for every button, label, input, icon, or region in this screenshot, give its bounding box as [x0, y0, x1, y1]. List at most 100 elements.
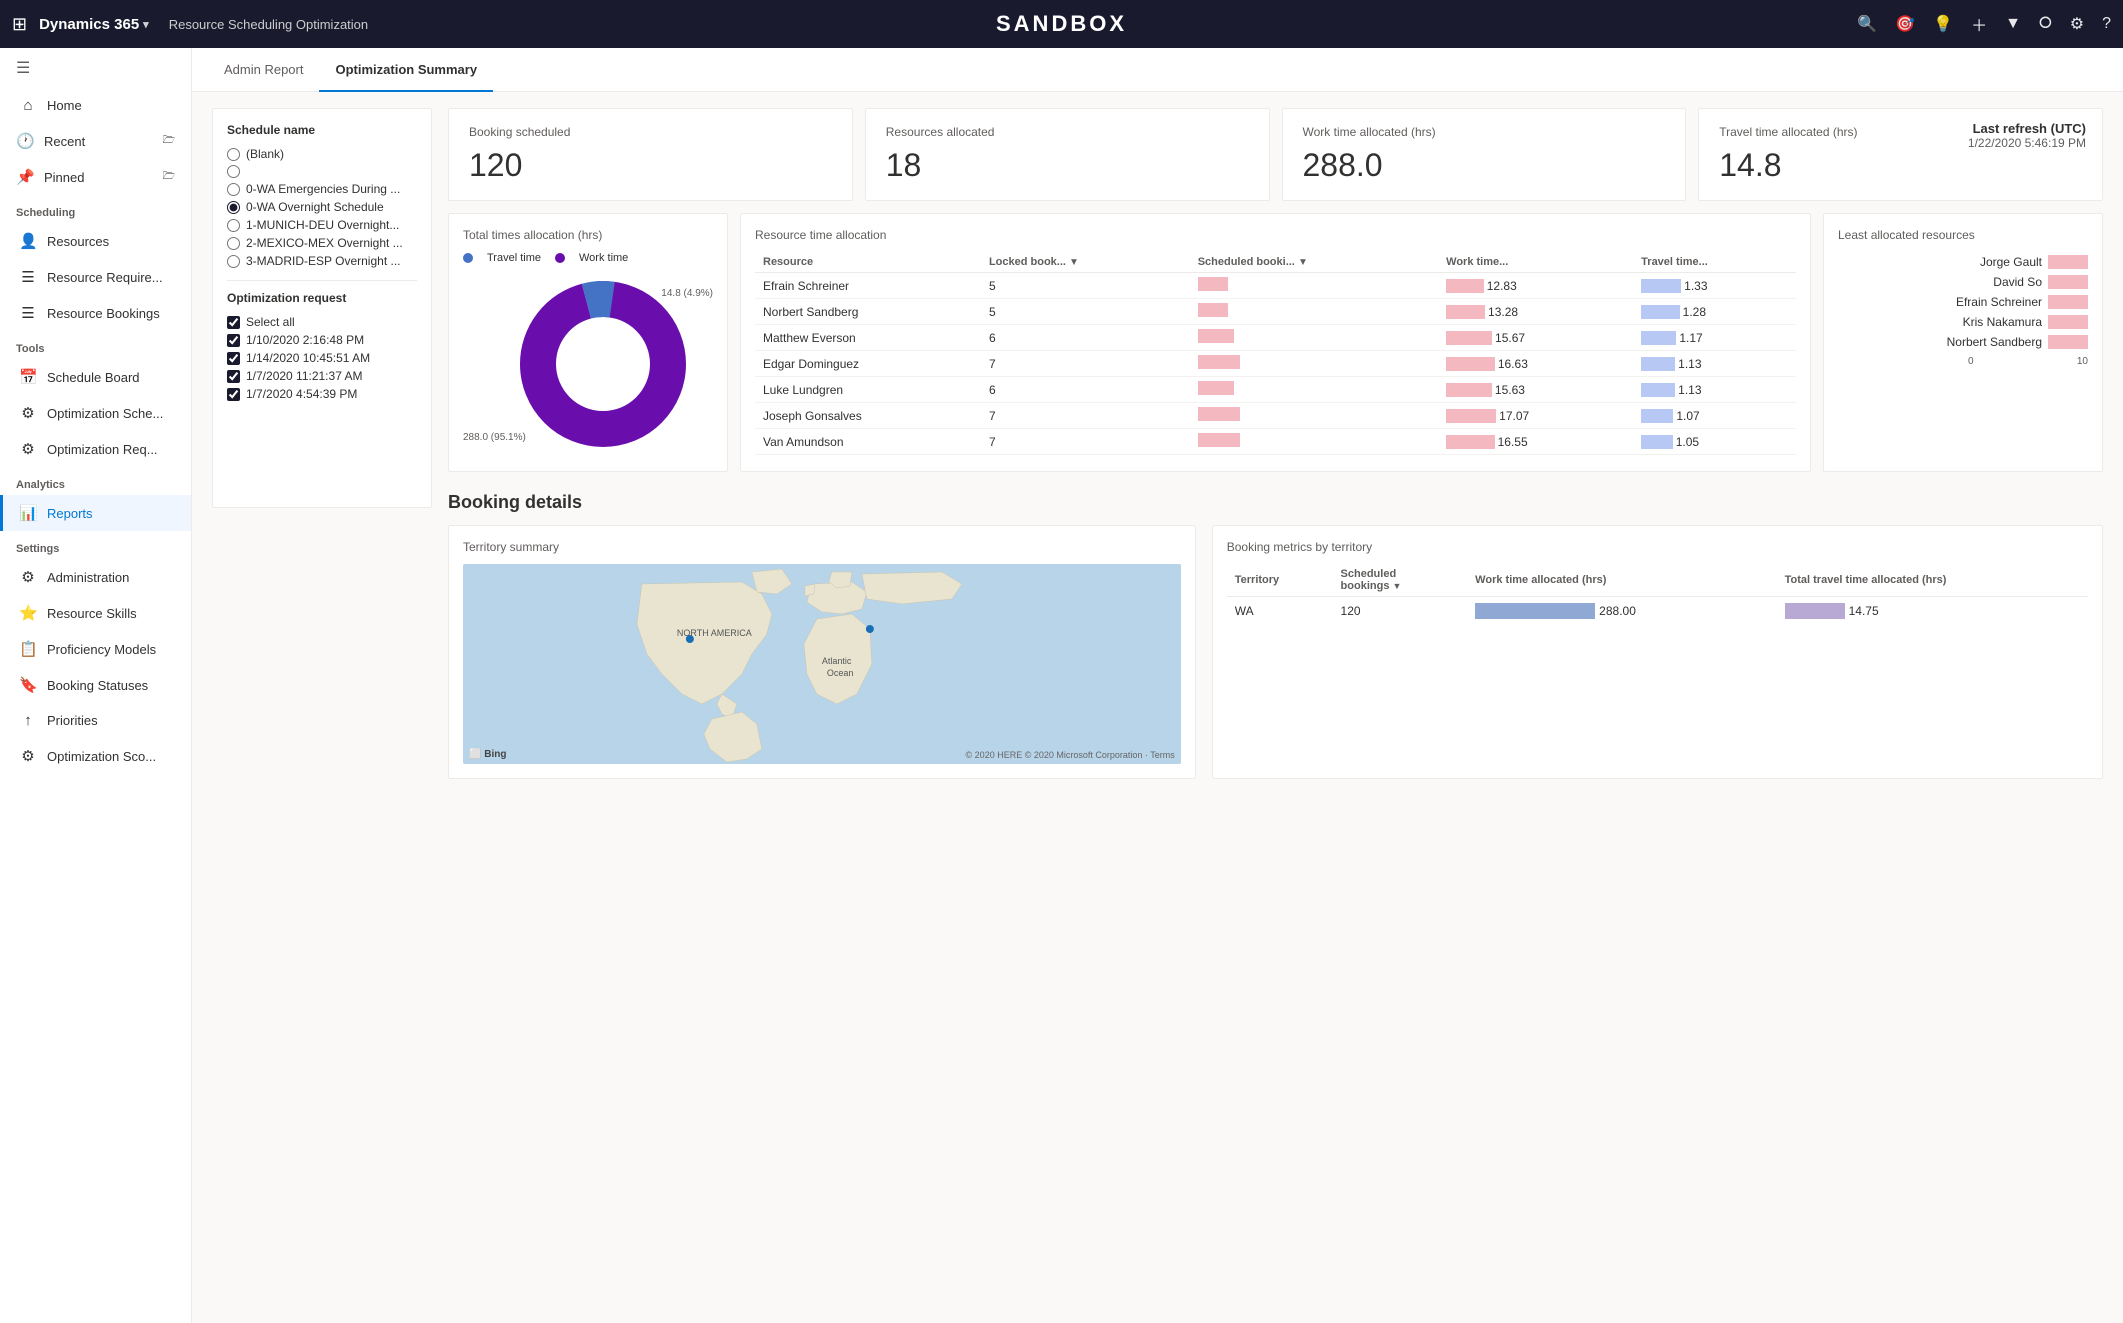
least-alloc-rows: Jorge Gault David So Efrain Schreiner Kr…	[1838, 252, 2088, 352]
resource-name: Efrain Schreiner	[755, 273, 981, 299]
metrics-travel: 14.75	[1777, 597, 2088, 626]
metrics-title: Booking metrics by territory	[1227, 540, 2088, 554]
resource-table-scroll[interactable]: Resource Locked book... ▼ Scheduled book…	[755, 252, 1796, 455]
filter-separator	[227, 280, 417, 281]
map-container: NORTH AMERICA Atlantic Ocean ⬜ Bing © 20…	[463, 564, 1181, 764]
resource-name: Luke Lundgren	[755, 377, 981, 403]
sidebar-item-resources[interactable]: 👤 Resources	[0, 223, 191, 259]
booking-status-icon: 🔖	[19, 676, 37, 694]
least-alloc-row: Norbert Sandberg	[1838, 332, 2088, 352]
app-name[interactable]: Dynamics 365 ▾	[39, 16, 149, 33]
resource-locked: 7	[981, 403, 1190, 429]
add-icon[interactable]: ＋	[1971, 12, 1987, 36]
resource-row: Matthew Everson 6 15.67 1.17	[755, 325, 1796, 351]
sidebar-label-booking-statuses: Booking Statuses	[47, 678, 148, 693]
filter-req-2[interactable]: 1/14/2020 10:45:51 AM	[227, 349, 417, 367]
resource-row: Luke Lundgren 6 15.63 1.13	[755, 377, 1796, 403]
sandbox-title: SANDBOX	[996, 11, 1127, 37]
least-alloc-row: Jorge Gault	[1838, 252, 2088, 272]
least-name: Jorge Gault	[1922, 255, 2042, 269]
least-alloc-row: Kris Nakamura	[1838, 312, 2088, 332]
filter-option-0wa-emerg[interactable]: 0-WA Emergencies During ...	[227, 180, 417, 198]
circle-icon[interactable]: ⭘	[2039, 15, 2052, 33]
resource-travel: 1.05	[1633, 429, 1796, 455]
donut-chart	[513, 274, 693, 454]
main-area: Admin Report Optimization Summary Schedu…	[192, 48, 2123, 1323]
settings-icon[interactable]: ⚙	[2070, 14, 2084, 34]
filter-option-empty[interactable]	[227, 163, 417, 180]
resource-scheduled	[1190, 377, 1438, 403]
sidebar-item-priorities[interactable]: ↑ Priorities	[0, 703, 191, 738]
sidebar-item-opt-sche[interactable]: ⚙ Optimization Sche...	[0, 395, 191, 431]
main-layout: ☰ ⌂ Home 🕐 Recent 🗁 📌 Pinned 🗁 Schedulin…	[0, 48, 2123, 1323]
filter-option-0wa-over[interactable]: 0-WA Overnight Schedule	[227, 198, 417, 216]
recent-icon: 🕐	[16, 132, 34, 150]
travel-legend-dot	[463, 253, 473, 263]
sidebar-item-administration[interactable]: ⚙ Administration	[0, 559, 191, 595]
territory-title: Territory summary	[463, 540, 1181, 554]
waffle-icon[interactable]: ⊞	[12, 14, 27, 35]
resource-row: Edgar Dominguez 7 16.63 1.13	[755, 351, 1796, 377]
sidebar-item-reports[interactable]: 📊 Reports	[0, 495, 191, 531]
bing-logo: ⬜ Bing	[469, 749, 506, 760]
metrics-work: 288.00	[1467, 597, 1776, 626]
resources-icon: 👤	[19, 232, 37, 250]
sidebar-item-schedule-board[interactable]: 📅 Schedule Board	[0, 359, 191, 395]
resource-name: Van Amundson	[755, 429, 981, 455]
sidebar-item-resource-req[interactable]: ☰ Resource Require...	[0, 259, 191, 295]
metrics-col-territory: Territory	[1227, 564, 1333, 597]
filter-req-1[interactable]: 1/10/2020 2:16:48 PM	[227, 331, 417, 349]
dashboard-right: Booking scheduled 120 Resources allocate…	[448, 108, 2103, 779]
sidebar-item-resource-bookings[interactable]: ☰ Resource Bookings	[0, 295, 191, 331]
sidebar-toggle[interactable]: ☰	[0, 48, 191, 88]
sidebar-item-booking-statuses[interactable]: 🔖 Booking Statuses	[0, 667, 191, 703]
help-icon[interactable]: ?	[2102, 15, 2111, 33]
sidebar-label-resource-bookings: Resource Bookings	[47, 306, 160, 321]
filter-req-4[interactable]: 1/7/2020 4:54:39 PM	[227, 385, 417, 403]
sidebar-item-resource-skills[interactable]: ⭐ Resource Skills	[0, 595, 191, 631]
sidebar-item-opt-req[interactable]: ⚙ Optimization Req...	[0, 431, 191, 467]
priorities-icon: ↑	[19, 712, 37, 729]
app-chevron-icon[interactable]: ▾	[143, 18, 149, 31]
sidebar-item-home[interactable]: ⌂ Home	[0, 88, 191, 123]
sidebar-label-home: Home	[47, 98, 82, 113]
resource-table: Resource Locked book... ▼ Scheduled book…	[755, 252, 1796, 455]
resource-scheduled	[1190, 429, 1438, 455]
total-times-card: Total times allocation (hrs) Travel time…	[448, 213, 728, 472]
resource-work: 15.67	[1438, 325, 1633, 351]
sidebar-label-resources: Resources	[47, 234, 109, 249]
sidebar-item-opt-sco[interactable]: ⚙ Optimization Sco...	[0, 738, 191, 774]
tabs-bar: Admin Report Optimization Summary	[192, 48, 2123, 92]
resource-travel: 1.33	[1633, 273, 1796, 299]
territory-card: Territory summary	[448, 525, 1196, 779]
sidebar-label-schedule-board: Schedule Board	[47, 370, 140, 385]
resource-name: Matthew Everson	[755, 325, 981, 351]
lightbulb-icon[interactable]: 💡	[1933, 14, 1953, 34]
search-icon[interactable]: 🔍	[1857, 14, 1877, 34]
sidebar: ☰ ⌂ Home 🕐 Recent 🗁 📌 Pinned 🗁 Schedulin…	[0, 48, 192, 1323]
target-icon[interactable]: 🎯	[1895, 14, 1915, 34]
travel-annotation: 14.8 (4.9%)	[661, 288, 713, 299]
home-icon: ⌂	[19, 97, 37, 114]
sidebar-item-proficiency[interactable]: 📋 Proficiency Models	[0, 631, 191, 667]
resource-bookings-icon: ☰	[19, 304, 37, 322]
charts-row: Total times allocation (hrs) Travel time…	[448, 213, 2103, 472]
filter-option-3madrid[interactable]: 3-MADRID-ESP Overnight ...	[227, 252, 417, 270]
tab-optimization-summary[interactable]: Optimization Summary	[319, 48, 493, 92]
resource-travel: 1.13	[1633, 351, 1796, 377]
metrics-card: Booking metrics by territory Territory S…	[1212, 525, 2103, 779]
filter-select-all[interactable]: Select all	[227, 313, 417, 331]
sidebar-item-recent[interactable]: 🕐 Recent 🗁	[0, 123, 191, 159]
sidebar-label-resource-req: Resource Require...	[47, 270, 163, 285]
filter-req-3[interactable]: 1/7/2020 11:21:37 AM	[227, 367, 417, 385]
resource-scheduled	[1190, 273, 1438, 299]
svg-text:Atlantic: Atlantic	[822, 656, 852, 666]
least-name: Kris Nakamura	[1922, 315, 2042, 329]
tab-admin-report[interactable]: Admin Report	[208, 48, 319, 92]
filter-icon[interactable]: ▼	[2005, 15, 2021, 33]
sidebar-item-pinned[interactable]: 📌 Pinned 🗁	[0, 159, 191, 195]
filter-option-1munich[interactable]: 1-MUNICH-DEU Overnight...	[227, 216, 417, 234]
filter-option-2mexico[interactable]: 2-MEXICO-MEX Overnight ...	[227, 234, 417, 252]
filter-option-blank[interactable]: (Blank)	[227, 145, 417, 163]
col-scheduled: Scheduled booki... ▼	[1190, 252, 1438, 273]
